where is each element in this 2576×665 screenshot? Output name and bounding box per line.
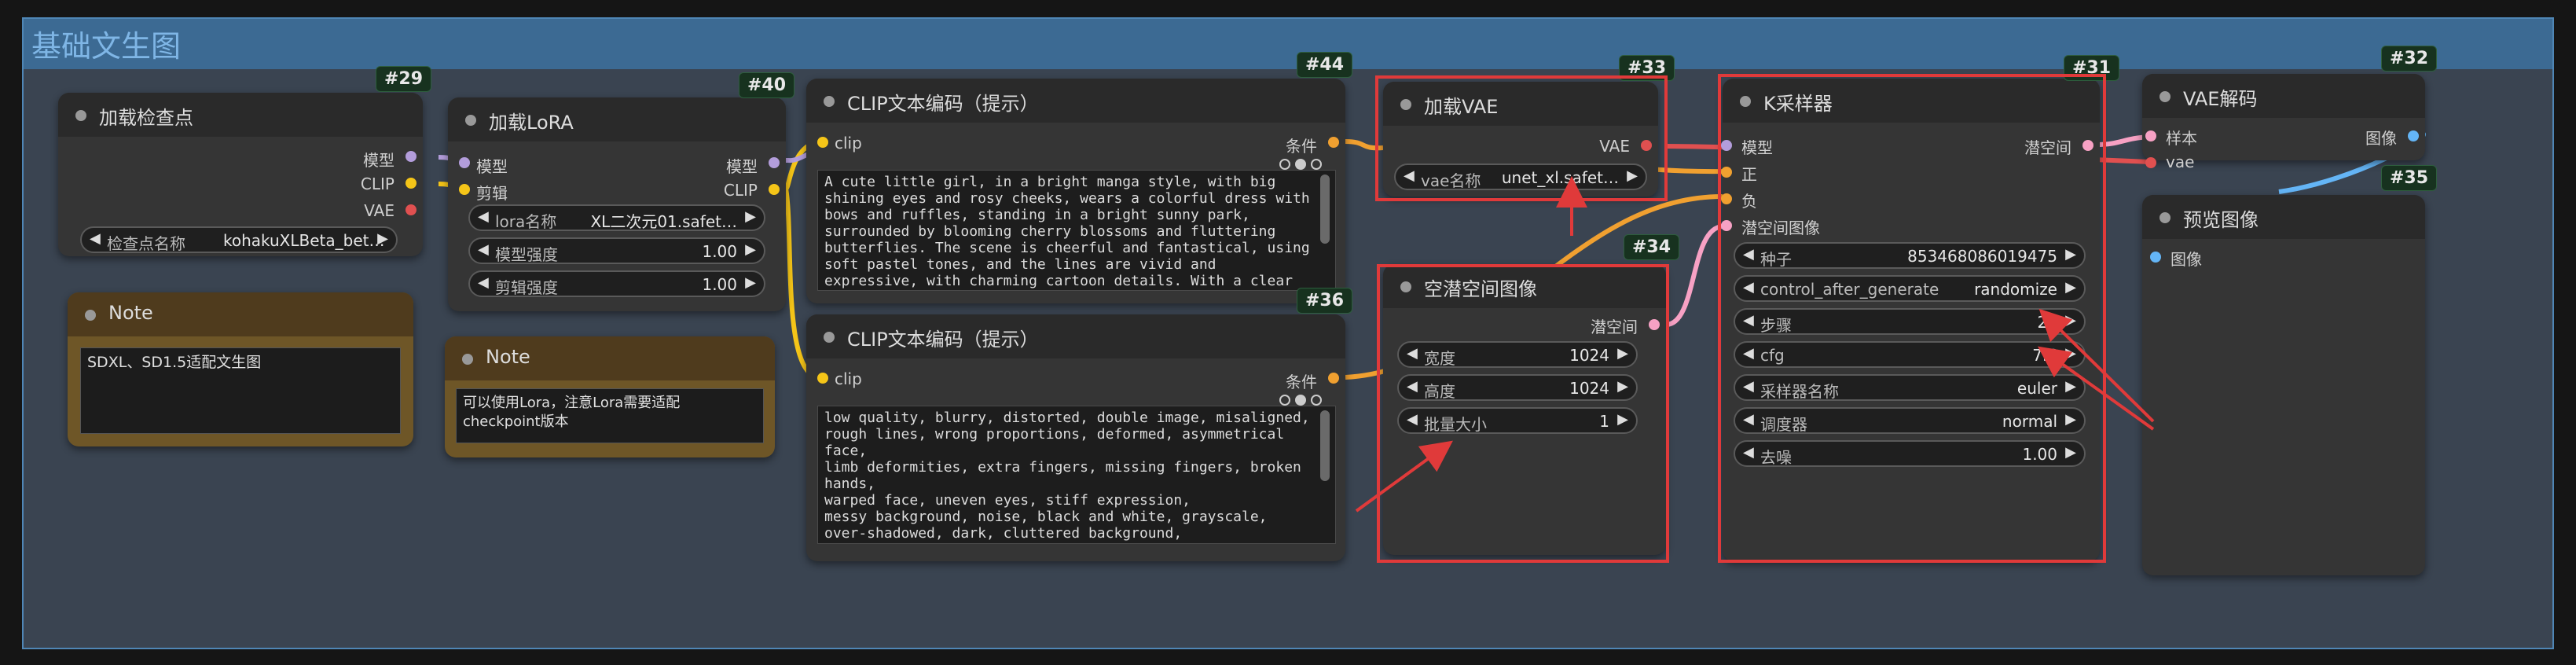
arrow-to-steps — [2038, 308, 2155, 423]
arrow-to-batch — [1355, 440, 1453, 513]
arrow-to-cfg — [2037, 346, 2155, 431]
annotation-arrows — [1355, 176, 2155, 513]
